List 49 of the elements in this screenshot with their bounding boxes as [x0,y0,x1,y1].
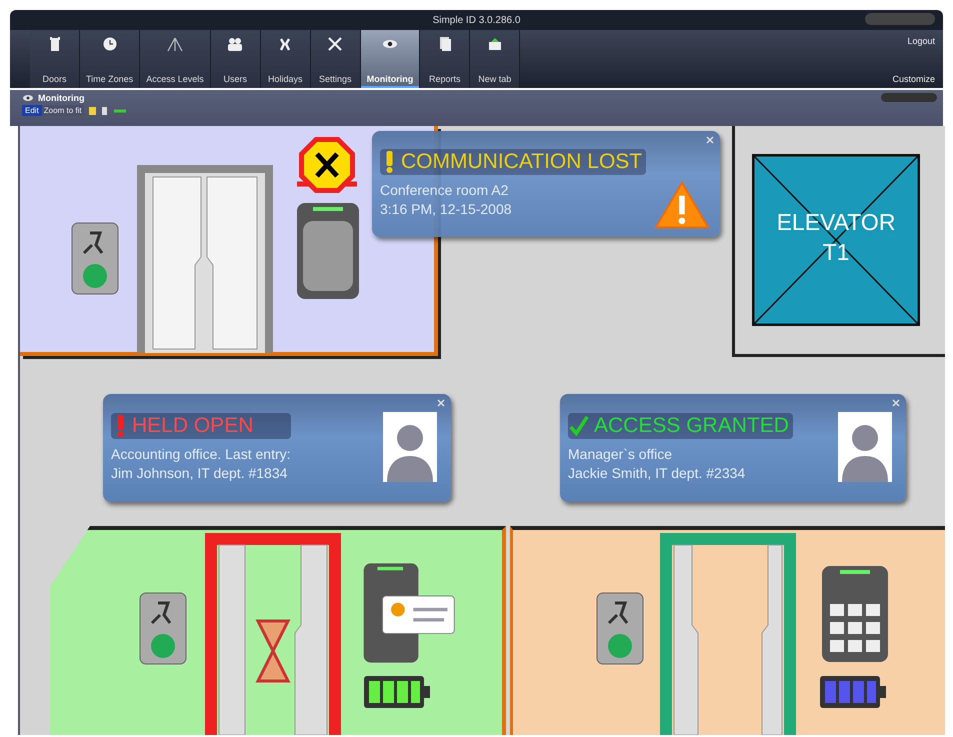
avatar-silhouette [383,412,437,482]
alert-detail: Conference room A2 [380,182,510,198]
alert-title: HELD OPEN [132,414,254,438]
warning-icon [654,179,710,231]
zoom-to-fit-button[interactable]: Zoom to fit [42,105,84,116]
window-title: Simple ID 3.0.286.0 [432,14,520,26]
alert-detail: 3:16 PM, 12-15-2008 [380,201,513,217]
alert-title: ACCESS GRANTED [594,414,789,438]
nav-tab[interactable]: New tab [470,30,520,88]
panel-controls[interactable] [881,93,937,102]
eye-icon [22,94,34,102]
toolbar-icons[interactable] [88,106,128,116]
nav-tab[interactable]: Doors [30,30,80,88]
avatar-silhouette [838,412,892,482]
badge-reader-icon [362,561,456,665]
nav-tab[interactable]: Access Levels [140,30,211,88]
check-icon [568,414,590,438]
panel-title: Monitoring [38,93,84,103]
exit-button-icon[interactable] [138,591,188,666]
alarm-icon [295,134,359,196]
exclamation-icon [117,415,124,437]
exit-button-icon[interactable] [595,591,645,666]
close-icon[interactable] [437,399,445,407]
edit-button[interactable]: Edit [22,105,42,116]
exclamation-icon [386,151,393,173]
alert-detail: Manager`s office [568,446,674,462]
battery-icon [362,674,432,710]
window-controls[interactable] [865,13,935,25]
close-icon[interactable] [706,136,714,144]
held-open-door-icon[interactable] [203,531,343,735]
alert-detail: Jim Johnson, IT dept. #1834 [111,465,288,481]
nav-tab[interactable]: Holidays [260,30,311,88]
keypad-reader-icon [820,564,890,664]
battery-icon [818,674,888,710]
nav-tab[interactable]: Settings [310,30,361,88]
alert-detail: Jackie Smith, IT dept. #2334 [568,465,746,481]
card-reader-icon [295,201,361,301]
top-link[interactable]: Logout [907,36,935,46]
nav-tab[interactable]: Time Zones [80,30,140,88]
nav-tab[interactable]: Reports [420,30,470,88]
nav-tab[interactable]: Monitoring [360,30,420,88]
alert-title: COMMUNICATION LOST [401,150,642,174]
double-door-icon[interactable] [135,163,275,355]
top-link[interactable]: Customize [892,74,935,84]
alert-detail: Accounting office. Last entry: [111,446,291,462]
nav-tab[interactable]: Users [210,30,261,88]
exit-button-icon[interactable] [70,221,120,296]
door-icon[interactable] [658,531,798,735]
close-icon[interactable] [892,399,900,407]
